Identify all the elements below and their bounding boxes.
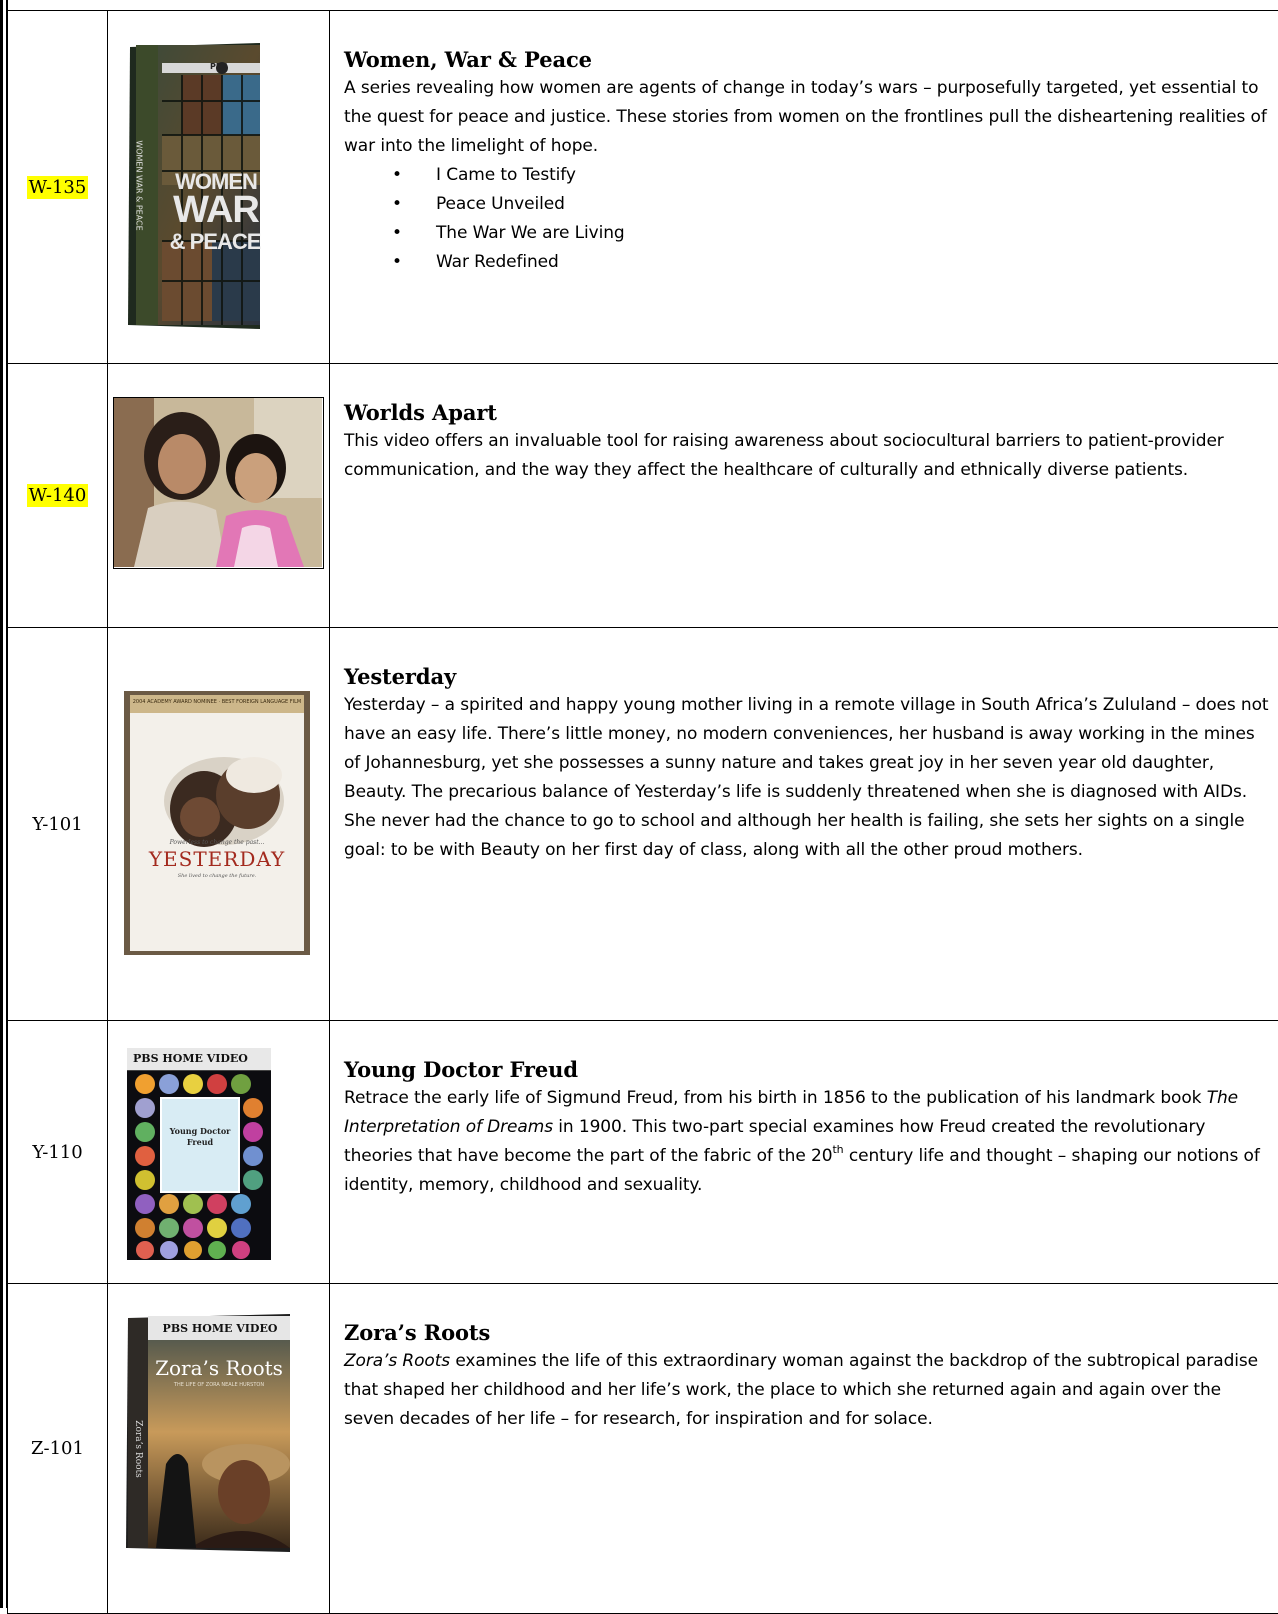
item-title: Yesterday [344, 662, 1272, 691]
cover-title-line3: & PEACE [168, 229, 262, 255]
dvd-cover-women-war-peace: PBS WOMEN WAR & PEACE WOMEN WAR & PEACE [122, 41, 262, 331]
item-code: W-140 [27, 484, 89, 507]
item-title: Worlds Apart [344, 398, 1272, 427]
table-row: W-140 Worlds Apart [8, 364, 1278, 628]
item-description: This video offers an invaluable tool for… [344, 427, 1272, 485]
list-item: I Came to Testify [392, 161, 1272, 190]
code-cell: W-140 [8, 364, 108, 628]
image-cell: PBS HOME VIDEO Young Doctor Freud [108, 1021, 330, 1284]
item-title: Young Doctor Freud [344, 1055, 1272, 1084]
code-cell: Y-110 [8, 1021, 108, 1284]
cover-spine-text: Zora’s Roots [133, 1399, 143, 1499]
item-code: W-135 [27, 176, 89, 199]
cover-title: Zora’s Roots [148, 1356, 290, 1380]
cover-title-line2: WAR [170, 189, 262, 232]
item-description: Retrace the early life of Sigmund Freud,… [344, 1084, 1272, 1200]
description-cell: Zora’s Roots Zora’s Roots examines the l… [330, 1284, 1278, 1614]
list-item: The War We are Living [392, 219, 1272, 248]
cover-banner: 2004 ACADEMY AWARD NOMINEE · BEST FOREIG… [132, 699, 302, 705]
episode-list: I Came to Testify Peace Unveiled The War… [344, 161, 1272, 277]
table-row: W-135 [8, 11, 1278, 364]
code-cell: Y-101 [8, 628, 108, 1021]
table-row: Z-101 [8, 1284, 1278, 1614]
list-item: War Redefined [392, 248, 1272, 277]
image-cell: PBS HOME VIDEO Zora’s Roots THE LIFE OF … [108, 1284, 330, 1614]
page-left-border [0, 0, 3, 1608]
catalog-table: W-135 [7, 10, 1278, 1614]
item-description: Yesterday – a spirited and happy young m… [344, 691, 1272, 865]
item-title: Zora’s Roots [344, 1318, 1272, 1347]
item-description: Zora’s Roots examines the life of this e… [344, 1347, 1272, 1434]
image-cell: PBS WOMEN WAR & PEACE WOMEN WAR & PEACE [108, 11, 330, 364]
description-cell: Women, War & Peace A series revealing ho… [330, 11, 1278, 364]
item-code: Y-110 [30, 1141, 84, 1164]
cover-brand: PBS [210, 62, 228, 71]
item-title: Women, War & Peace [344, 45, 1272, 74]
list-item: Peace Unveiled [392, 190, 1272, 219]
item-description: A series revealing how women are agents … [344, 74, 1272, 161]
table-row: Y-101 2004 ACADEMY AWARD NOMINEE · BEST … [8, 628, 1278, 1021]
cover-spine-text: WOMEN WAR & PEACE [135, 121, 144, 251]
cover-tagline: Powerless to change the past... [144, 839, 290, 846]
cover-subtag: She lived to change the future. [144, 873, 290, 879]
code-cell: Z-101 [8, 1284, 108, 1614]
image-cell [108, 364, 330, 628]
description-cell: Worlds Apart This video offers an invalu… [330, 364, 1278, 628]
dvd-cover-yesterday: 2004 ACADEMY AWARD NOMINEE · BEST FOREIG… [124, 691, 310, 955]
cover-brand: PBS HOME VIDEO [150, 1322, 290, 1335]
table-row: Y-110 [8, 1021, 1278, 1284]
description-cell: Yesterday Yesterday – a spirited and hap… [330, 628, 1278, 1021]
cover-title: YESTERDAY [130, 847, 304, 871]
dvd-cover-zoras-roots: PBS HOME VIDEO Zora’s Roots THE LIFE OF … [126, 1314, 292, 1552]
item-code: Y-101 [30, 813, 84, 836]
cover-label-line1: Young Doctor [161, 1126, 239, 1136]
code-cell: W-135 [8, 11, 108, 364]
dvd-cover-young-doctor-freud: PBS HOME VIDEO Young Doctor Freud [127, 1048, 271, 1260]
description-cell: Young Doctor Freud Retrace the early lif… [330, 1021, 1278, 1284]
cover-subtitle: THE LIFE OF ZORA NEALE HURSTON [148, 1382, 290, 1388]
video-still-worlds-apart [113, 397, 324, 569]
item-code: Z-101 [29, 1437, 86, 1460]
cover-brand: PBS HOME VIDEO [133, 1052, 265, 1065]
cover-label-line2: Freud [161, 1137, 239, 1147]
film-title: Zora’s Roots [344, 1351, 450, 1371]
image-cell: 2004 ACADEMY AWARD NOMINEE · BEST FOREIG… [108, 628, 330, 1021]
